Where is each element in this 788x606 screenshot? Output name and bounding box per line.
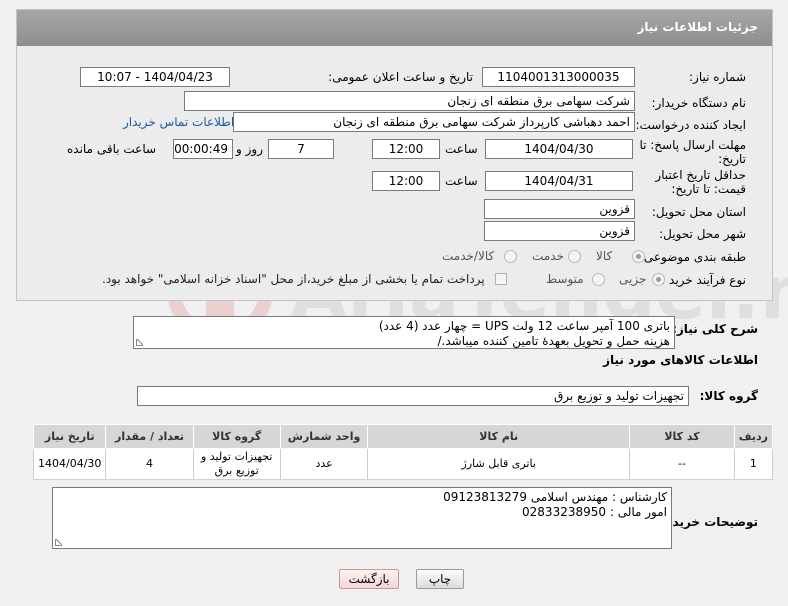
- price-validity-time-field: 12:00: [372, 171, 440, 191]
- announce-date-label: تاریخ و ساعت اعلان عمومی:: [328, 70, 473, 84]
- creator-field: احمد دهباشی کارپرداز شرکت سهامی برق منطق…: [233, 112, 635, 132]
- deadline-date-field: 1404/04/30: [485, 139, 633, 159]
- category-both-option: کالا/خدمت: [442, 249, 495, 263]
- category-goods-radio[interactable]: [632, 250, 645, 263]
- treasury-payment-note: پرداخت تمام یا بخشی از مبلغ خرید،از محل …: [102, 272, 485, 286]
- remaining-time-field: 00:00:49: [173, 139, 233, 159]
- goods-group-label: گروه کالا:: [699, 389, 758, 403]
- province-field: قزوین: [484, 199, 635, 219]
- days-remaining-field: 7: [268, 139, 334, 159]
- need-number-label: شماره نیاز:: [689, 70, 746, 84]
- print-button[interactable]: چاپ: [416, 569, 464, 589]
- price-validity-label: حداقل تاریخ اعتبار قیمت: تا تاریخ:: [655, 168, 746, 196]
- cell-qty: 4: [105, 448, 194, 480]
- treasury-payment-checkbox[interactable]: [495, 273, 507, 285]
- description-line-1: باتری 100 آمپر ساعت 12 ولت UPS = چهار عد…: [378, 319, 670, 333]
- category-service-radio[interactable]: [568, 250, 581, 263]
- creator-label: ایجاد کننده درخواست:: [635, 118, 746, 132]
- cell-group: تجهیزات تولید و توزیع برق: [192, 448, 281, 480]
- cell-row: 1: [733, 448, 774, 480]
- cell-date: 1404/04/30: [32, 448, 107, 480]
- need-number-field: 1104001313000035: [482, 67, 635, 87]
- description-textarea[interactable]: باتری 100 آمپر ساعت 12 ولت UPS = چهار عد…: [133, 316, 675, 349]
- back-button[interactable]: بازگشت: [339, 569, 399, 589]
- goods-group-field: تجهیزات تولید و توزیع برق: [137, 386, 689, 406]
- process-medium-option: متوسط: [546, 272, 584, 286]
- announce-date-field: 1404/04/23 - 10:07: [80, 67, 230, 87]
- buyer-notes-line-1: کارشناس : مهندس اسلامی 09123813279: [443, 490, 667, 504]
- col-row: ردیف: [733, 424, 774, 449]
- process-minor-option: جزیی: [619, 272, 647, 286]
- resize-handle-icon[interactable]: [136, 339, 143, 346]
- buyer-org-field: شرکت سهامی برق منطقه ای زنجان: [184, 91, 635, 111]
- deadline-label: مهلت ارسال پاسخ: تا تاریخ:: [639, 138, 746, 166]
- goods-table-header: ردیف کد کالا نام کالا واحد شمارش گروه کا…: [32, 424, 774, 449]
- days-label: روز و: [236, 142, 263, 156]
- col-group: گروه کالا: [192, 424, 281, 449]
- col-date: تاریخ نیاز: [32, 424, 107, 449]
- city-field: قزوین: [484, 221, 635, 241]
- table-row: 1 -- باتری قابل شارژ عدد تجهیزات تولید و…: [32, 448, 774, 480]
- col-name: نام کالا: [367, 424, 631, 449]
- deadline-time-field: 12:00: [372, 139, 440, 159]
- category-service-option: خدمت: [532, 249, 564, 263]
- description-label: شرح کلی نیاز:: [672, 322, 758, 336]
- price-validity-time-label: ساعت: [445, 174, 478, 188]
- description-line-2: هزینه حمل و تحویل بعهدهٔ تامین کننده میب…: [437, 334, 671, 348]
- cell-unit: عدد: [279, 448, 369, 480]
- deadline-time-label: ساعت: [445, 142, 478, 156]
- cell-code: --: [629, 448, 735, 480]
- buyer-notes-line-2: امور مالی : 02833238950: [522, 505, 667, 519]
- col-code: کد کالا: [629, 424, 735, 449]
- goods-info-heading: اطلاعات کالاهای مورد نیاز: [603, 353, 758, 367]
- buyer-contact-link[interactable]: اطلاعات تماس خریدار: [123, 115, 234, 129]
- cell-name: باتری قابل شارژ: [367, 448, 631, 480]
- process-minor-radio[interactable]: [652, 273, 665, 286]
- price-validity-date-field: 1404/04/31: [485, 171, 633, 191]
- province-label: استان محل تحویل:: [651, 205, 746, 219]
- category-goods-option: کالا: [596, 249, 613, 263]
- process-type-label: نوع فرآیند خرید :: [661, 273, 746, 287]
- category-both-radio[interactable]: [504, 250, 517, 263]
- panel-title: جزئیات اطلاعات نیاز: [17, 10, 772, 46]
- process-medium-radio[interactable]: [592, 273, 605, 286]
- buyer-org-label: نام دستگاه خریدار:: [651, 96, 747, 110]
- remaining-time-label: ساعت باقی مانده: [67, 142, 157, 156]
- goods-table: ردیف کد کالا نام کالا واحد شمارش گروه کا…: [32, 424, 774, 480]
- resize-handle-icon[interactable]: [55, 539, 62, 546]
- category-label: طبقه بندی موضوعی:: [639, 250, 746, 264]
- buyer-notes-textarea[interactable]: کارشناس : مهندس اسلامی 09123813279 امور …: [52, 487, 672, 549]
- city-label: شهر محل تحویل:: [659, 227, 746, 241]
- col-unit: واحد شمارش: [279, 424, 369, 449]
- col-qty: تعداد / مقدار: [105, 424, 194, 449]
